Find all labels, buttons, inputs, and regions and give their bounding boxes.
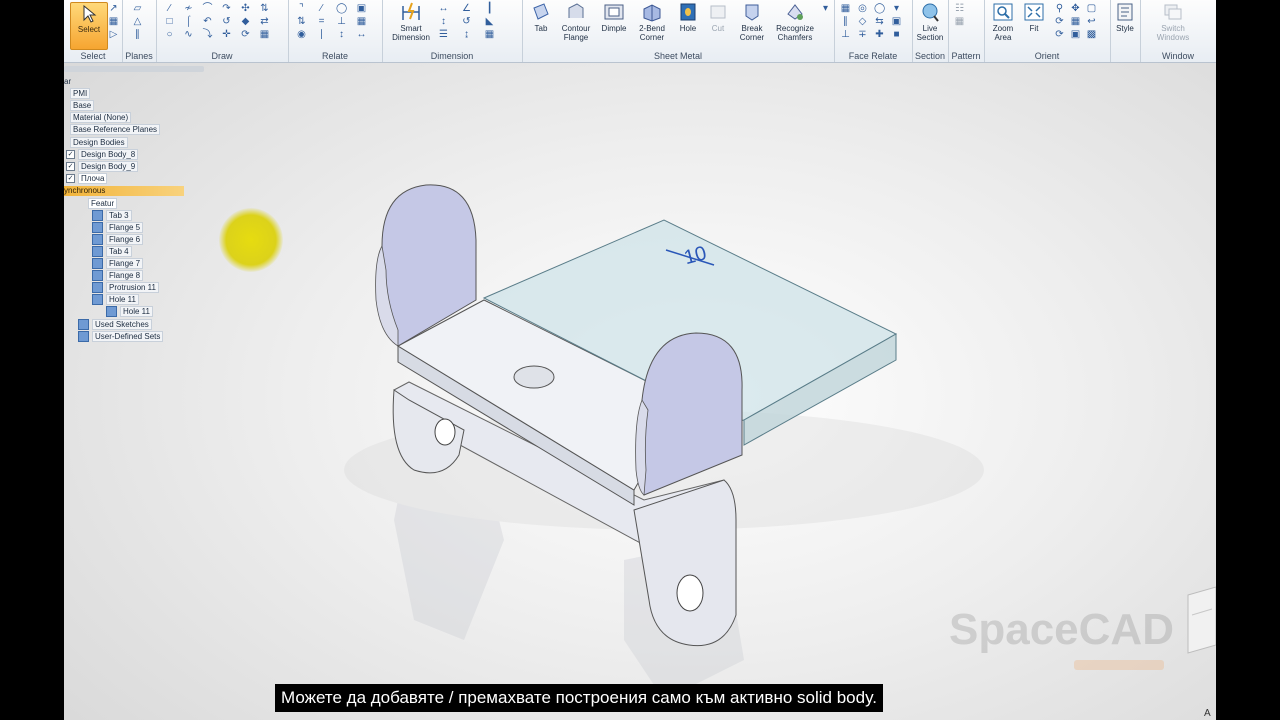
video-subtitle: Можете да добавяте / премахвате построен…: [275, 684, 884, 712]
watermark-subtitle-bar: [1074, 660, 1164, 670]
view-cube-icon[interactable]: [1182, 585, 1216, 655]
spacecad-watermark: SpaceCAD: [949, 605, 1174, 654]
cursor-highlight: [219, 208, 283, 272]
solid-edge-window: Select ↗ ▦ ▷ Select ▱ △ ∥ Planes ∕ ≁ ⌒ ↷: [64, 0, 1216, 720]
status-bar-text: A: [1204, 708, 1211, 719]
